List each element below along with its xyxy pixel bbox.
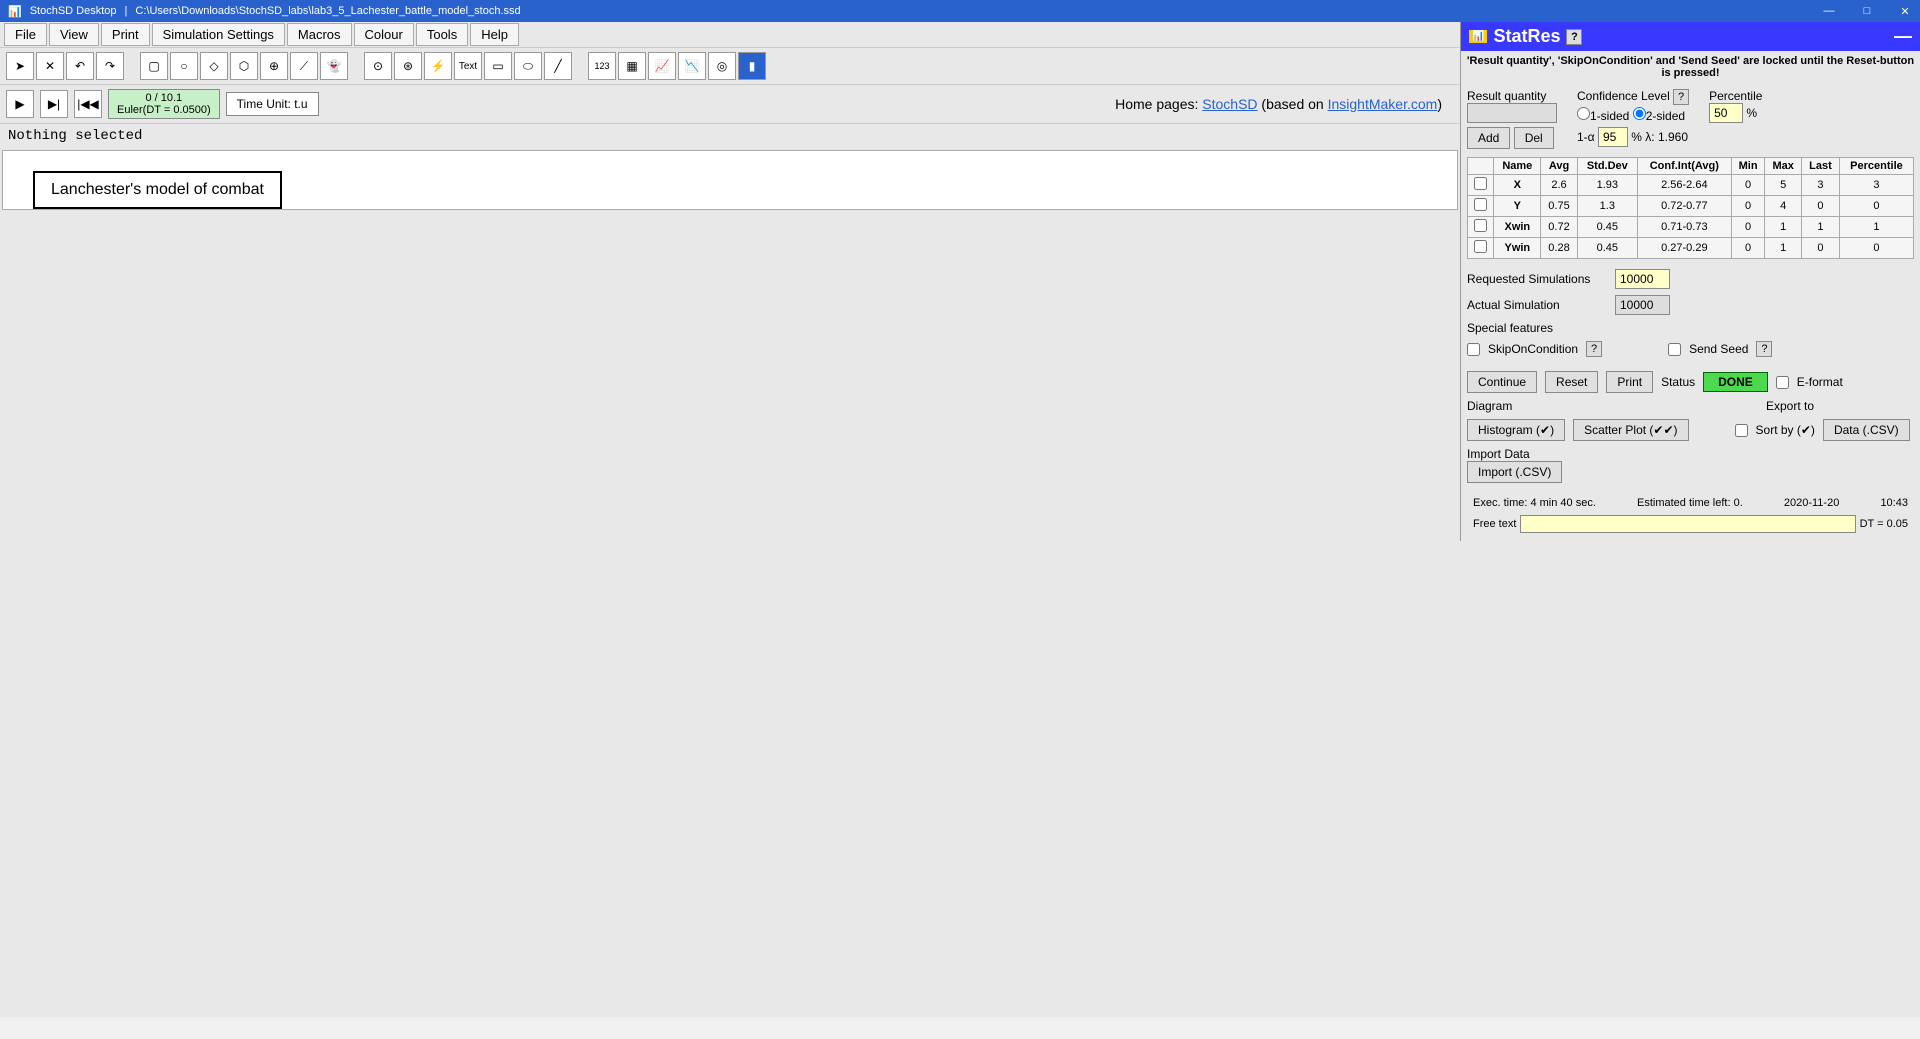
timeplot-tool[interactable]: 📈 [648, 52, 676, 80]
delete-tool[interactable]: ✕ [36, 52, 64, 80]
converter-tool[interactable]: ⊛ [394, 52, 422, 80]
stochsd-link[interactable]: StochSD [1202, 96, 1257, 112]
text-tool[interactable]: Text [454, 52, 482, 80]
reset-button[interactable]: Reset [1545, 371, 1598, 393]
undo-tool[interactable]: ↶ [66, 52, 94, 80]
diamond-tool[interactable]: ◇ [200, 52, 228, 80]
maximize-icon[interactable]: □ [1860, 4, 1874, 18]
menu-simulation-settings[interactable]: Simulation Settings [152, 23, 285, 46]
app-title: StochSD Desktop [30, 5, 117, 17]
redo-tool[interactable]: ↷ [96, 52, 124, 80]
rewind-button[interactable]: |◀◀ [74, 90, 102, 118]
import-csv-button[interactable]: Import (.CSV) [1467, 461, 1562, 483]
menu-tools[interactable]: Tools [416, 23, 468, 46]
menu-view[interactable]: View [49, 23, 99, 46]
compareplot-tool[interactable]: 📉 [678, 52, 706, 80]
toolbar: ➤ ✕ ↶ ↷ ▢ ○ ◇ ⬡ ⊕ ⟋ 👻 ⊙ [0, 48, 1460, 85]
xyplot-tool[interactable]: ◎ [708, 52, 736, 80]
menu-file[interactable]: File [4, 23, 47, 46]
row-checkbox[interactable] [1474, 240, 1487, 253]
model-title[interactable]: Lanchester's model of combat [33, 171, 282, 209]
ghost-tool[interactable]: 👻 [320, 52, 348, 80]
stock-tool[interactable]: ▢ [140, 52, 168, 80]
play-button[interactable]: ▶ [6, 90, 34, 118]
result-quantity-input[interactable] [1467, 103, 1557, 123]
menu-macros[interactable]: Macros [287, 23, 352, 46]
file-path: C:\Users\Downloads\StochSD_labs\lab3_5_L… [135, 5, 520, 17]
row-checkbox[interactable] [1474, 219, 1487, 232]
rect-shape-tool[interactable]: ▭ [484, 52, 512, 80]
data-csv-button[interactable]: Data (.CSV) [1823, 419, 1910, 441]
row-checkbox[interactable] [1474, 177, 1487, 190]
add-button[interactable]: Add [1467, 127, 1510, 149]
flow-tool[interactable]: ⊕ [260, 52, 288, 80]
scatter-button[interactable]: Scatter Plot (✔✔) [1573, 419, 1688, 441]
numbox-tool[interactable]: 123 [588, 52, 616, 80]
collapse-icon[interactable]: — [1894, 26, 1912, 47]
dt-display: DT = 0.05 [1860, 518, 1908, 530]
seed-checkbox[interactable] [1668, 343, 1681, 356]
help-icon[interactable]: ? [1673, 89, 1689, 105]
hexagon-tool[interactable]: ⬡ [230, 52, 258, 80]
date-display: 2020-11-20 [1784, 497, 1839, 509]
home-links: Home pages: StochSD (based on InsightMak… [1115, 96, 1442, 112]
del-button[interactable]: Del [1514, 127, 1554, 149]
result-quantity-label: Result quantity [1467, 89, 1557, 103]
1sided-radio[interactable] [1577, 107, 1590, 120]
action-tool[interactable]: ⚡ [424, 52, 452, 80]
close-icon[interactable]: ✕ [1898, 4, 1912, 18]
help-icon[interactable]: ? [1586, 341, 1602, 357]
eformat-checkbox[interactable] [1776, 376, 1789, 389]
simulation-bar: ▶ ▶| |◀◀ 0 / 10.1 Euler(DT = 0.0500) Tim… [0, 85, 1460, 124]
print-button[interactable]: Print [1606, 371, 1653, 393]
percentile-input[interactable] [1709, 103, 1743, 123]
histogram-tool[interactable]: ▮ [738, 52, 766, 80]
sortby-checkbox[interactable] [1735, 424, 1748, 437]
results-table: NameAvgStd.DevConf.Int(Avg)MinMaxLastPer… [1467, 157, 1914, 259]
requested-sim-input[interactable] [1615, 269, 1670, 289]
sim-progress: 0 / 10.1 Euler(DT = 0.0500) [108, 89, 220, 119]
statres-panel: 📊 StatRes ? — 'Result quantity', 'SkipOn… [1460, 22, 1920, 541]
free-text-input[interactable] [1520, 515, 1855, 533]
circle-tool[interactable]: ○ [170, 52, 198, 80]
link-tool[interactable]: ⟋ [290, 52, 318, 80]
histogram-button[interactable]: Histogram (✔) [1467, 419, 1565, 441]
continue-button[interactable]: Continue [1467, 371, 1537, 393]
insightmaker-link[interactable]: InsightMaker.com [1328, 96, 1438, 112]
exec-time: Exec. time: 4 min 40 sec. [1473, 497, 1596, 509]
clock-display: 10:43 [1880, 497, 1908, 509]
step-button[interactable]: ▶| [40, 90, 68, 118]
2sided-radio[interactable] [1633, 107, 1646, 120]
help-icon[interactable]: ? [1756, 341, 1772, 357]
table-tool[interactable]: ▦ [618, 52, 646, 80]
help-icon[interactable]: ? [1566, 29, 1582, 45]
row-checkbox[interactable] [1474, 198, 1487, 211]
actual-sim-display [1615, 295, 1670, 315]
model-canvas[interactable]: Lanchester's model of combat 10.1 time S… [2, 150, 1458, 210]
status-badge: DONE [1703, 372, 1768, 392]
menu-help[interactable]: Help [470, 23, 519, 46]
time-unit[interactable]: Time Unit: t.u [226, 92, 319, 116]
menu-print[interactable]: Print [101, 23, 150, 46]
line-shape-tool[interactable]: ╱ [544, 52, 572, 80]
statres-title: StatRes [1493, 26, 1560, 47]
statres-icon: 📊 [1469, 30, 1487, 43]
app-icon: 📊 [8, 5, 22, 18]
menu-colour[interactable]: Colour [354, 23, 414, 46]
ellipse-shape-tool[interactable]: ⬭ [514, 52, 542, 80]
pointer-tool[interactable]: ➤ [6, 52, 34, 80]
minimize-icon[interactable]: — [1822, 4, 1836, 18]
agent-tool[interactable]: ⊙ [364, 52, 392, 80]
est-time: Estimated time left: 0. [1637, 497, 1743, 509]
lock-warning: 'Result quantity', 'SkipOnCondition' and… [1461, 51, 1920, 83]
selection-status: Nothing selected [0, 124, 1460, 148]
menubar: File View Print Simulation Settings Macr… [0, 22, 1460, 48]
skip-checkbox[interactable] [1467, 343, 1480, 356]
alpha-input[interactable] [1598, 127, 1628, 147]
